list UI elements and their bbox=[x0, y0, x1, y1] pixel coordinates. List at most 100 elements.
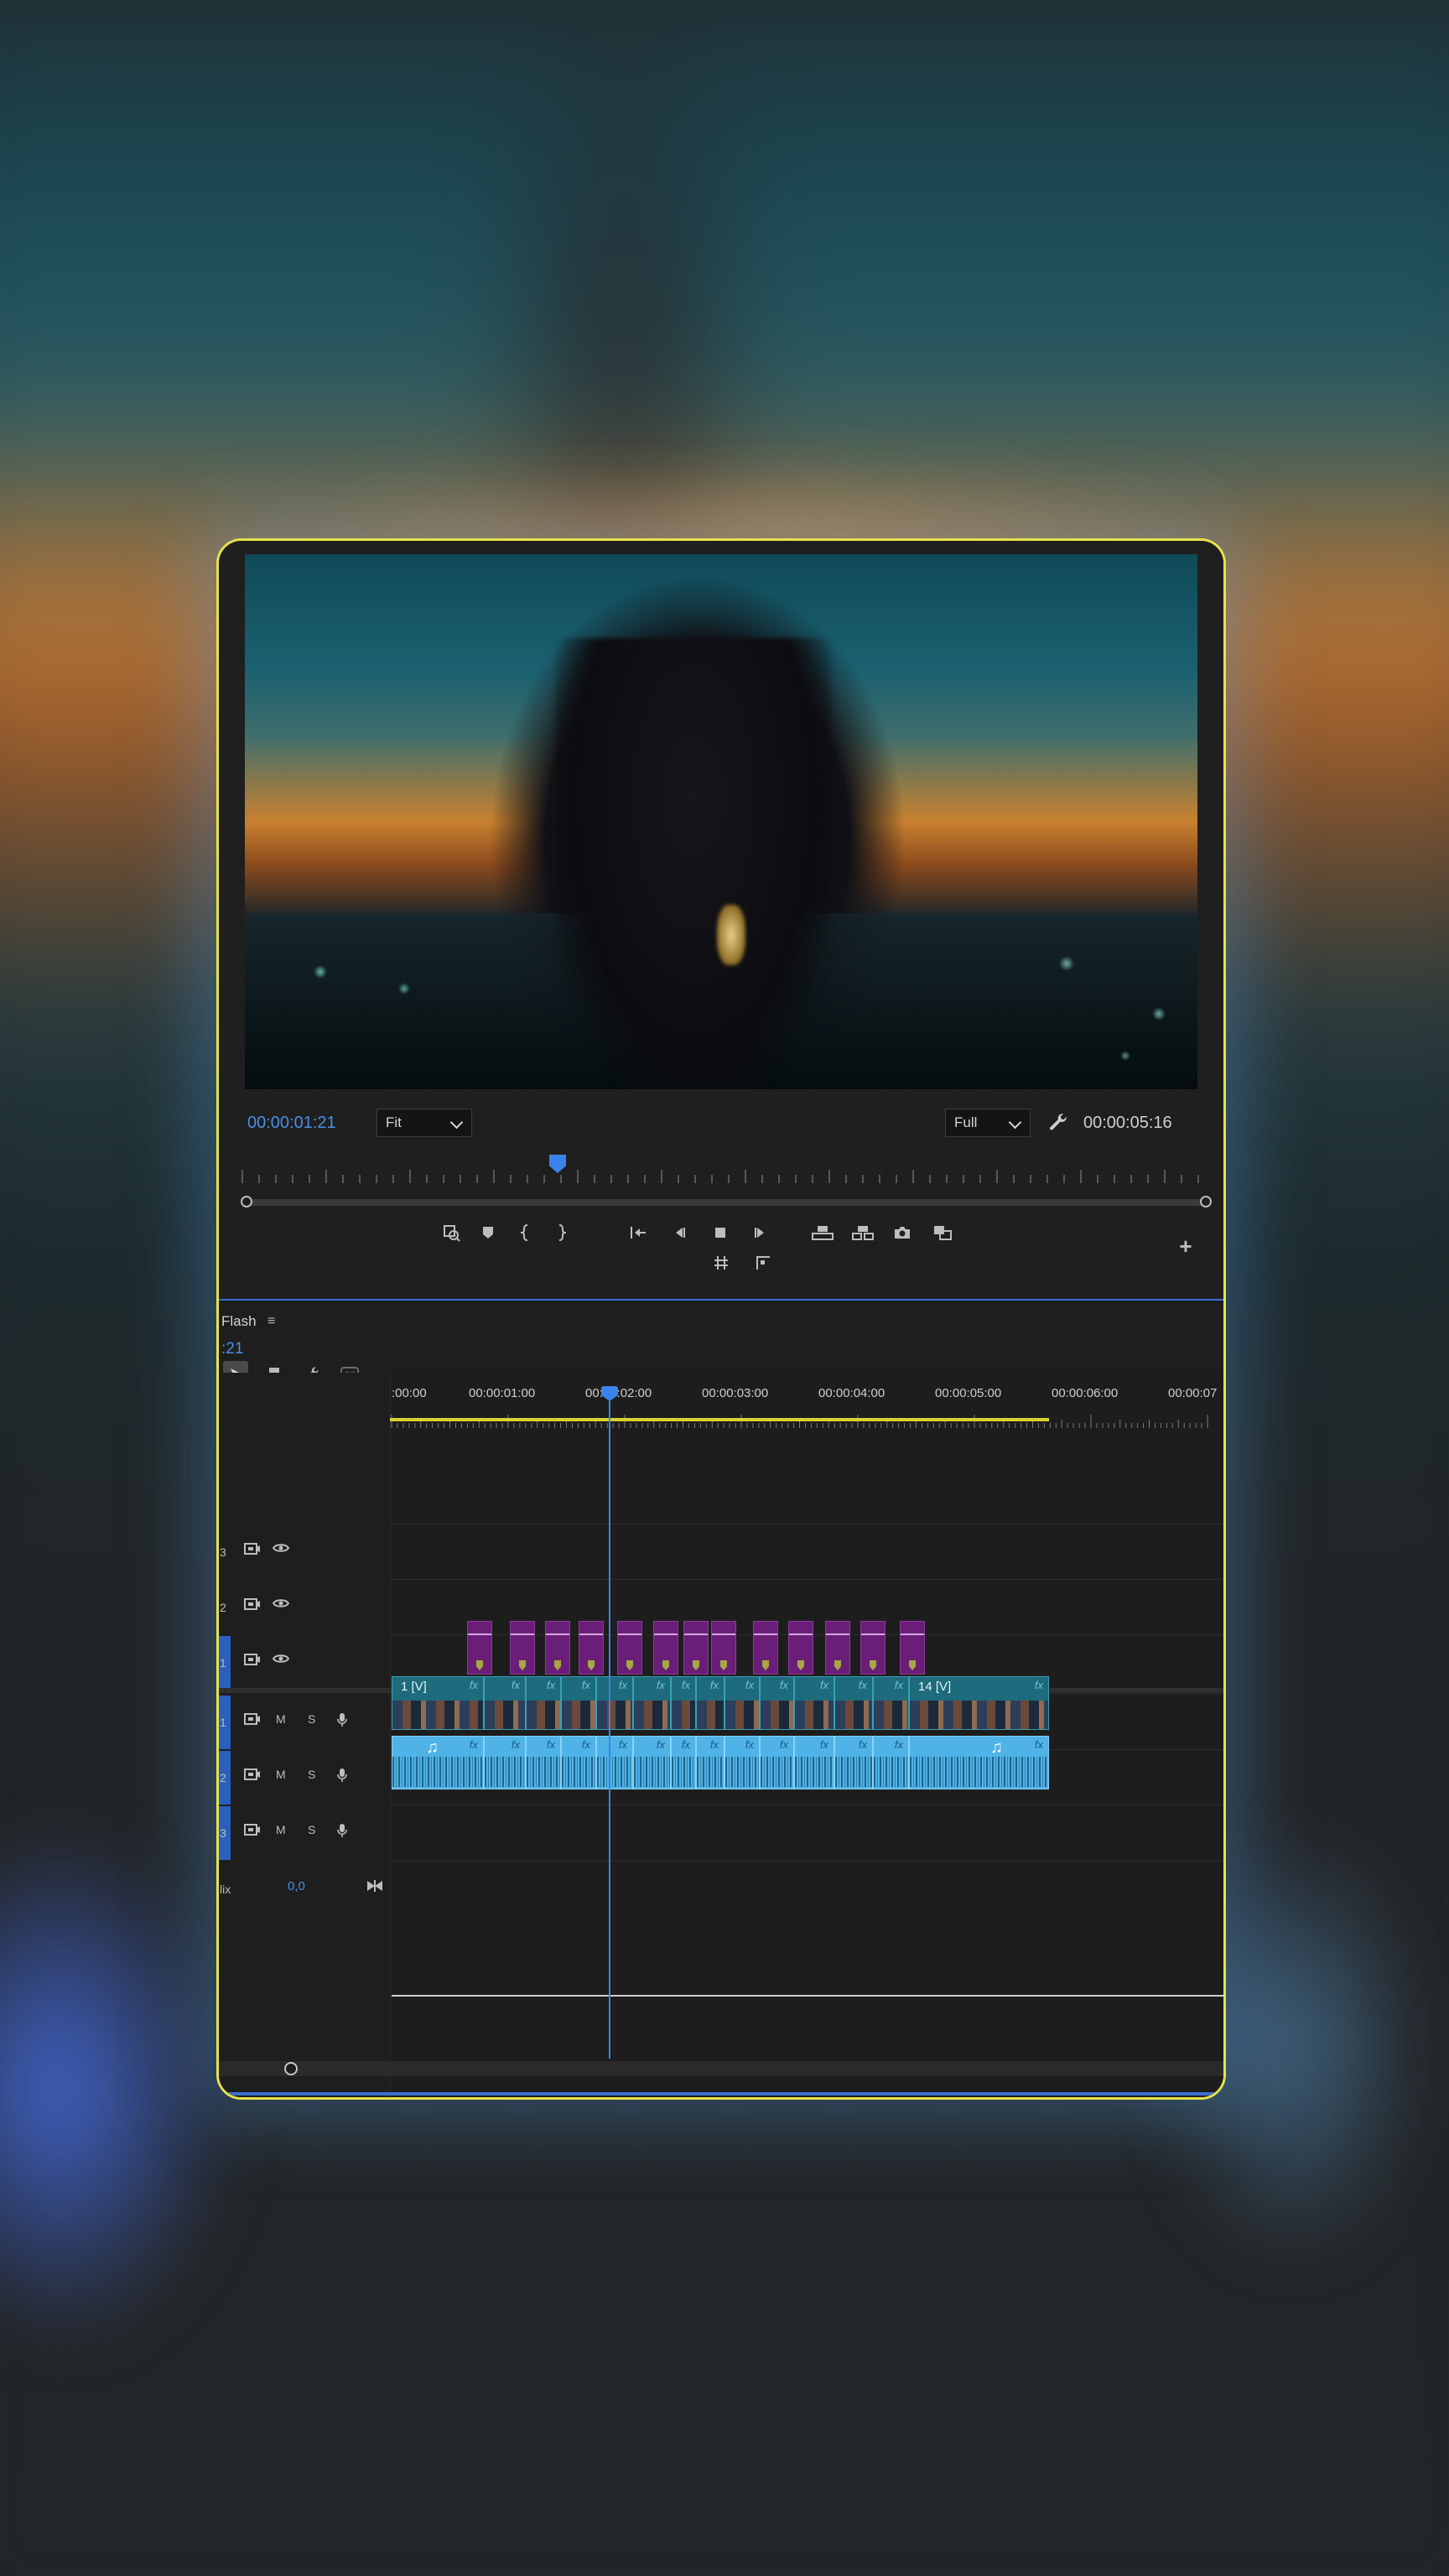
sync-lock-icon[interactable] bbox=[244, 1653, 261, 1670]
audio-clip[interactable]: fx bbox=[696, 1736, 724, 1789]
video-clip[interactable]: fx bbox=[484, 1676, 526, 1730]
solo-button[interactable]: S bbox=[308, 1823, 315, 1836]
zoom-scroll-right-handle[interactable] bbox=[1200, 1196, 1212, 1208]
video-audio-divider[interactable] bbox=[219, 1688, 390, 1693]
mute-button[interactable]: M bbox=[276, 1768, 286, 1781]
fx-badge[interactable]: fx bbox=[895, 1738, 903, 1751]
fx-badge[interactable]: fx bbox=[859, 1679, 867, 1691]
sync-lock-icon[interactable] bbox=[244, 1542, 261, 1559]
graphics-clip[interactable] bbox=[683, 1621, 709, 1675]
video-clip[interactable]: fx bbox=[834, 1676, 873, 1730]
solo-button[interactable]: S bbox=[308, 1712, 315, 1726]
fx-badge[interactable]: fx bbox=[710, 1738, 719, 1751]
sync-lock-icon[interactable] bbox=[244, 1768, 261, 1784]
sync-lock-icon[interactable] bbox=[244, 1712, 261, 1729]
video-clip[interactable]: fx bbox=[561, 1676, 596, 1730]
track-header-a1[interactable]: 1 M S bbox=[219, 1696, 390, 1749]
video-preview[interactable] bbox=[245, 554, 1197, 1089]
graphics-clip[interactable] bbox=[825, 1621, 850, 1675]
marker-icon[interactable] bbox=[475, 1220, 501, 1245]
sequence-tab[interactable]: Flash bbox=[221, 1313, 257, 1330]
zoom-level-select[interactable]: Fit bbox=[377, 1109, 472, 1137]
track-header-v1[interactable]: 1 bbox=[219, 1636, 390, 1690]
graphics-clip[interactable] bbox=[579, 1621, 604, 1675]
track-header-a2[interactable]: 2 M S bbox=[219, 1751, 390, 1805]
video-clip[interactable]: fx bbox=[671, 1676, 696, 1730]
audio-clip[interactable]: fx bbox=[760, 1736, 794, 1789]
fx-badge[interactable]: fx bbox=[745, 1679, 754, 1691]
mute-button[interactable]: M bbox=[276, 1823, 286, 1836]
mute-button[interactable]: M bbox=[276, 1712, 286, 1726]
eye-icon[interactable] bbox=[272, 1542, 290, 1557]
eye-icon[interactable] bbox=[272, 1597, 290, 1613]
fx-badge[interactable]: fx bbox=[710, 1679, 719, 1691]
mix-volume-line[interactable] bbox=[392, 1995, 1223, 1997]
audio-clip[interactable]: fx bbox=[484, 1736, 526, 1789]
button-editor-plus-icon[interactable]: + bbox=[1173, 1233, 1198, 1259]
video-clip[interactable]: fx bbox=[696, 1676, 724, 1730]
zoom-scroll-left-handle[interactable] bbox=[241, 1196, 252, 1208]
graphics-clip[interactable] bbox=[753, 1621, 778, 1675]
microphone-icon[interactable] bbox=[336, 1768, 348, 1786]
fx-badge[interactable]: fx bbox=[1035, 1738, 1043, 1751]
graphics-clip[interactable] bbox=[788, 1621, 813, 1675]
timeline-scroll-handle[interactable] bbox=[284, 2062, 298, 2075]
fx-badge[interactable]: fx bbox=[657, 1679, 665, 1691]
video-clip[interactable]: 1 [V] fx bbox=[392, 1676, 484, 1730]
audio-clip[interactable]: fx bbox=[794, 1736, 834, 1789]
audio-clip[interactable]: fx bbox=[671, 1736, 696, 1789]
fx-badge[interactable]: fx bbox=[582, 1679, 590, 1691]
fx-badge[interactable]: fx bbox=[745, 1738, 754, 1751]
track-header-mix[interactable]: lix 0,0 bbox=[219, 1862, 390, 1916]
video-clip[interactable]: fx bbox=[794, 1676, 834, 1730]
fx-badge[interactable]: fx bbox=[619, 1679, 627, 1691]
audio-clip[interactable]: fx bbox=[724, 1736, 760, 1789]
fx-badge[interactable]: fx bbox=[619, 1738, 627, 1751]
mix-volume-value[interactable]: 0,0 bbox=[288, 1879, 305, 1893]
zoom-scroll-bar[interactable] bbox=[241, 1196, 1212, 1208]
mark-in-icon[interactable] bbox=[512, 1220, 538, 1245]
panel-menu-icon[interactable]: ≡ bbox=[267, 1314, 278, 1329]
graphics-clip[interactable] bbox=[545, 1621, 570, 1675]
graphics-clip[interactable] bbox=[467, 1621, 492, 1675]
timeline-horizontal-scroll[interactable] bbox=[219, 2061, 1223, 2076]
monitor-time-ruler[interactable] bbox=[239, 1165, 1212, 1187]
track-header-a3[interactable]: 3 M S bbox=[219, 1806, 390, 1860]
timeline-playhead-line[interactable] bbox=[609, 1388, 610, 2059]
audio-clip[interactable]: fx bbox=[834, 1736, 873, 1789]
sync-lock-icon[interactable] bbox=[244, 1597, 261, 1614]
track-header-v2[interactable]: 2 bbox=[219, 1581, 390, 1634]
compare-view-icon[interactable] bbox=[930, 1220, 955, 1245]
graphics-clip[interactable] bbox=[653, 1621, 678, 1675]
audio-clip[interactable]: fx bbox=[873, 1736, 909, 1789]
sync-lock-icon[interactable] bbox=[244, 1823, 261, 1840]
current-timecode[interactable]: 00:00:01:21 bbox=[247, 1114, 336, 1133]
video-clip[interactable]: fx bbox=[633, 1676, 671, 1730]
fx-badge[interactable]: fx bbox=[859, 1738, 867, 1751]
camera-icon[interactable] bbox=[890, 1220, 915, 1245]
graphics-clip[interactable] bbox=[711, 1621, 736, 1675]
fx-badge[interactable]: fx bbox=[780, 1679, 788, 1691]
step-back-icon[interactable] bbox=[667, 1220, 693, 1245]
lift-icon[interactable] bbox=[810, 1220, 835, 1245]
video-clip[interactable]: fx bbox=[526, 1676, 561, 1730]
fx-badge[interactable]: fx bbox=[820, 1679, 828, 1691]
timeline-timecode[interactable]: :21 bbox=[221, 1340, 243, 1358]
fx-badge[interactable]: fx bbox=[1035, 1679, 1043, 1691]
video-clip[interactable]: fx bbox=[724, 1676, 760, 1730]
timeline-ruler[interactable] bbox=[390, 1396, 1223, 1430]
work-area-bar[interactable] bbox=[390, 1418, 1049, 1421]
extract-icon[interactable] bbox=[850, 1220, 875, 1245]
graphics-clip[interactable] bbox=[900, 1621, 925, 1675]
audio-clip[interactable]: fx ♫ bbox=[392, 1736, 484, 1789]
fx-badge[interactable]: fx bbox=[470, 1738, 478, 1751]
fx-badge[interactable]: fx bbox=[512, 1679, 520, 1691]
settings-wrench-icon[interactable] bbox=[1047, 1111, 1069, 1138]
video-clip[interactable]: fx bbox=[760, 1676, 794, 1730]
overlay-guides-icon[interactable] bbox=[750, 1250, 776, 1275]
fx-badge[interactable]: fx bbox=[547, 1738, 555, 1751]
fx-badge[interactable]: fx bbox=[547, 1679, 555, 1691]
audio-clip[interactable]: fx bbox=[633, 1736, 671, 1789]
track-header-v3[interactable]: 3 bbox=[219, 1525, 390, 1579]
graphics-clip[interactable] bbox=[617, 1621, 642, 1675]
